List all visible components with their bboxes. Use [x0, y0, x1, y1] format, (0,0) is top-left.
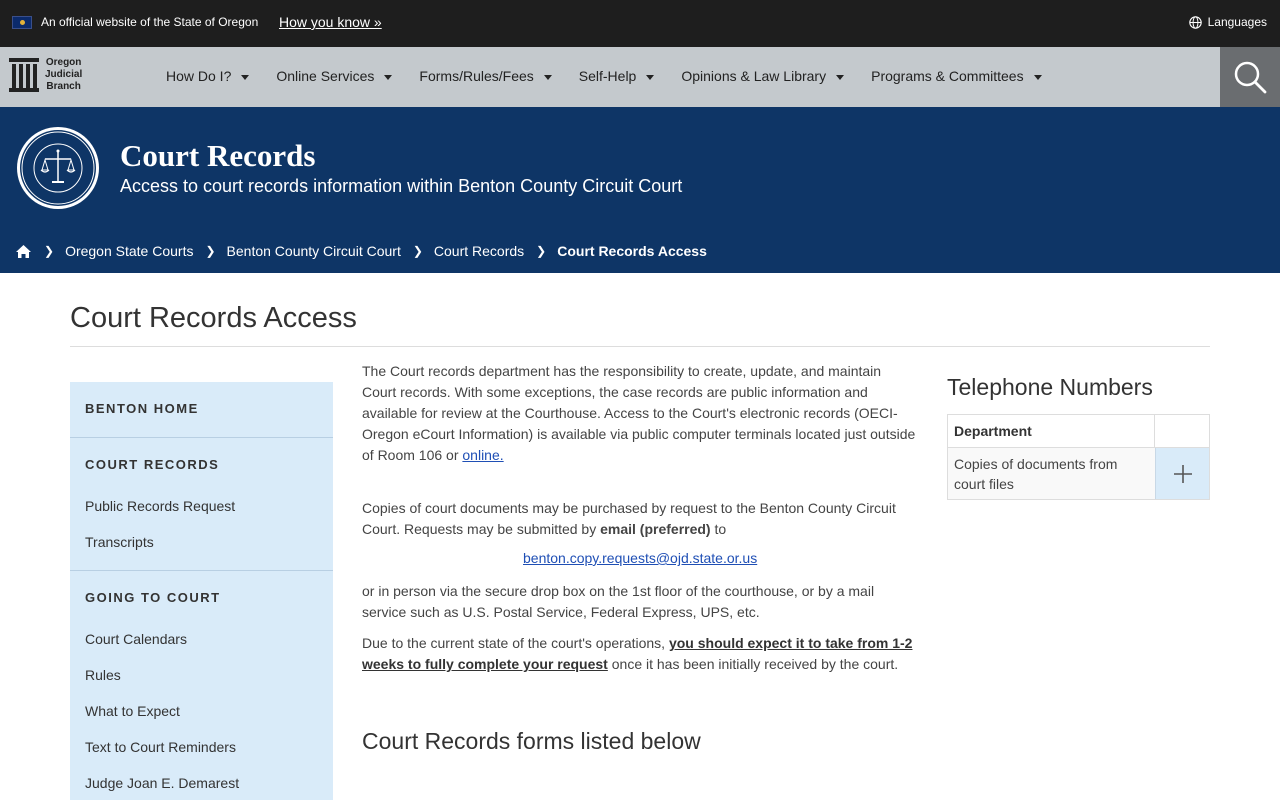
languages-button[interactable]: Languages	[1188, 15, 1267, 29]
breadcrumb-current: Court Records Access	[557, 243, 707, 259]
pillar-icon	[9, 58, 39, 92]
sidebar-item-rules[interactable]: Rules	[85, 667, 121, 683]
caret-down-icon	[543, 74, 552, 80]
divider	[70, 570, 333, 571]
sidebar-benton-home[interactable]: BENTON HOME	[85, 401, 199, 416]
sidebar-item-what-to-expect[interactable]: What to Expect	[85, 703, 180, 719]
telephone-heading: Telephone Numbers	[947, 374, 1153, 400]
caret-down-icon	[384, 74, 393, 80]
nav-forms-rules-fees[interactable]: Forms/Rules/Fees	[419, 68, 552, 84]
how-you-know-link[interactable]: How you know »	[279, 14, 382, 30]
telephone-table: Department Copies of documents from cour…	[947, 414, 1210, 500]
page-title: Court Records Access	[70, 302, 357, 334]
languages-label: Languages	[1207, 15, 1267, 29]
sidebar: BENTON HOME COURT RECORDS Public Records…	[70, 382, 333, 800]
breadcrumb-court-records[interactable]: Court Records	[434, 243, 524, 259]
table-row: Copies of documents from court files	[948, 448, 1209, 499]
divider	[70, 346, 1210, 347]
email-link[interactable]: benton.copy.requests@ojd.state.or.us	[523, 550, 757, 566]
breadcrumb-oregon-state-courts[interactable]: Oregon State Courts	[65, 243, 193, 259]
page-header: Court Records Access to court records in…	[0, 107, 1280, 273]
nav-online-services[interactable]: Online Services	[276, 68, 393, 84]
ojb-logo[interactable]: Oregon Judicial Branch	[9, 57, 82, 93]
divider	[70, 437, 333, 438]
breadcrumb-benton-county[interactable]: Benton County Circuit Court	[227, 243, 401, 259]
judicial-department-seal-icon	[17, 127, 99, 209]
oregon-flag-icon	[12, 16, 32, 29]
breadcrumb: ❯ Oregon State Courts ❯ Benton County Ci…	[15, 243, 707, 259]
main-nav: Oregon Judicial Branch How Do I? Online …	[0, 47, 1280, 107]
caret-down-icon	[1033, 74, 1042, 80]
ojb-wordmark: Oregon Judicial Branch	[45, 57, 83, 92]
email-preferred-text: email (preferred)	[600, 521, 711, 537]
nav-programs-committees[interactable]: Programs & Committees	[871, 68, 1042, 84]
turnaround-paragraph: Due to the current state of the court's …	[362, 635, 913, 672]
chevron-right-icon: ❯	[205, 244, 216, 258]
sidebar-item-transcripts[interactable]: Transcripts	[85, 534, 154, 550]
nav-menu: How Do I? Online Services Forms/Rules/Fe…	[166, 68, 1069, 84]
gov-banner: An official website of the State of Oreg…	[0, 0, 1280, 47]
drop-box-paragraph: or in person via the secure drop box on …	[362, 583, 875, 620]
department-column-header: Department	[948, 415, 1155, 447]
sidebar-item-court-calendars[interactable]: Court Calendars	[85, 631, 187, 647]
forms-heading: Court Records forms listed below	[362, 728, 701, 754]
expand-button[interactable]	[1155, 448, 1209, 499]
sidebar-item-judge[interactable]: Judge Joan E. Demarest	[85, 775, 239, 791]
official-site-text: An official website of the State of Oreg…	[41, 15, 259, 29]
sidebar-going-to-court[interactable]: GOING TO COURT	[85, 590, 221, 605]
nav-opinions-law-library[interactable]: Opinions & Law Library	[681, 68, 845, 84]
search-icon	[1234, 61, 1267, 94]
nav-how-do-i[interactable]: How Do I?	[166, 68, 250, 84]
home-icon[interactable]	[15, 244, 32, 259]
caret-down-icon	[241, 74, 250, 80]
empty-header-cell	[1155, 415, 1209, 447]
chevron-right-icon: ❯	[536, 244, 547, 258]
intro-paragraph: The Court records department has the res…	[362, 363, 916, 463]
globe-icon	[1188, 15, 1202, 29]
page-subheading: Access to court records information with…	[120, 176, 683, 196]
sidebar-item-public-records[interactable]: Public Records Request	[85, 498, 235, 514]
online-link[interactable]: online.	[462, 447, 503, 463]
sidebar-court-records[interactable]: COURT RECORDS	[85, 457, 219, 472]
caret-down-icon	[646, 74, 655, 80]
department-cell: Copies of documents from court files	[954, 456, 1118, 492]
sidebar-item-text-reminders[interactable]: Text to Court Reminders	[85, 739, 236, 755]
copies-paragraph: Copies of court documents may be purchas…	[362, 500, 896, 537]
search-button[interactable]	[1220, 47, 1280, 107]
nav-self-help[interactable]: Self-Help	[579, 68, 655, 84]
caret-down-icon	[836, 74, 845, 80]
page-heading: Court Records	[120, 138, 316, 173]
chevron-right-icon: ❯	[44, 244, 55, 258]
table-header-row: Department	[948, 415, 1209, 448]
chevron-right-icon: ❯	[412, 244, 423, 258]
plus-icon	[1173, 464, 1192, 483]
